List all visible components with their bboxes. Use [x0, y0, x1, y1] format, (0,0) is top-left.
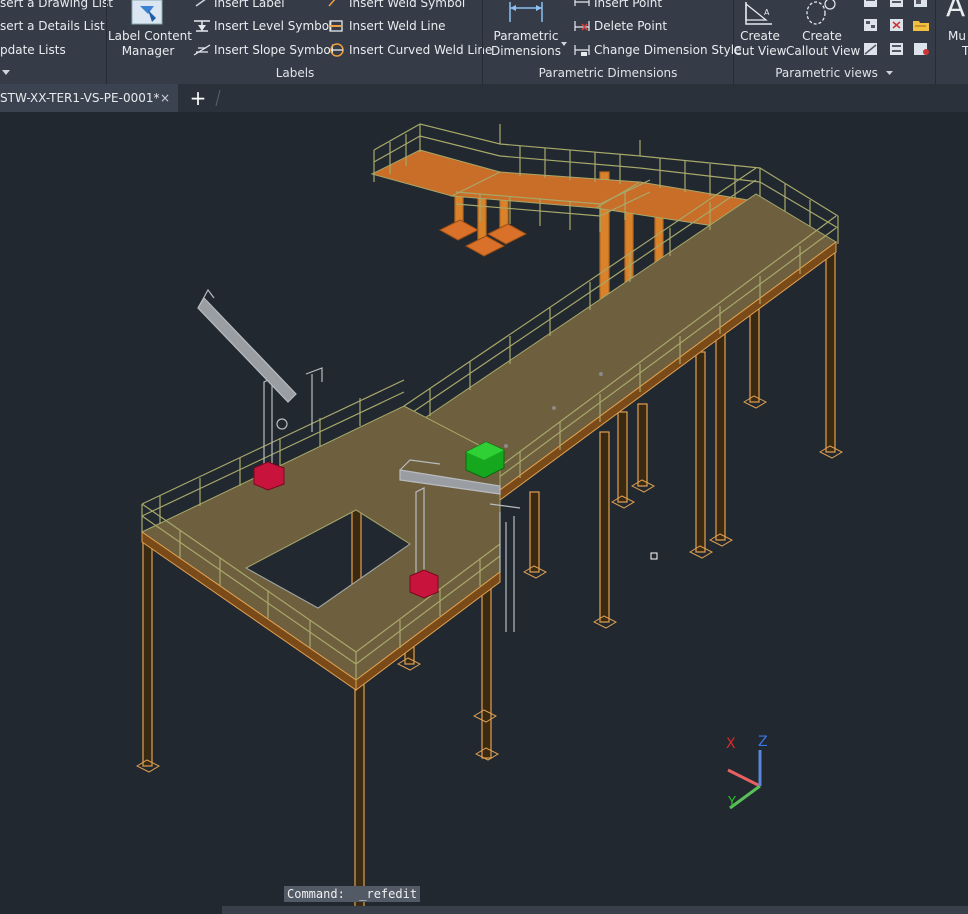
- command-input-bar[interactable]: [222, 906, 968, 914]
- labels-group-label: Labels: [275, 66, 315, 80]
- create-cut-view-icon[interactable]: A: [744, 0, 774, 26]
- panel-expand-arrow-icon[interactable]: [2, 70, 10, 76]
- parametric-views-group-text: Parametric views: [775, 66, 878, 80]
- delete-point-button[interactable]: Delete Point: [594, 19, 667, 33]
- insert-drawing-list-button[interactable]: sert a Drawing List: [0, 0, 113, 10]
- update-lists-button[interactable]: pdate Lists: [0, 43, 66, 57]
- create-cut-view-button-line2[interactable]: Cut View: [732, 44, 788, 58]
- insert-level-symbol-icon[interactable]: [193, 19, 211, 33]
- view-option-icon-3[interactable]: [862, 42, 880, 56]
- view-option-icon-1[interactable]: [862, 0, 880, 9]
- insert-label-button[interactable]: Insert Label: [214, 0, 285, 10]
- view-option-icon-6[interactable]: [888, 42, 906, 56]
- view-option-icon-7[interactable]: [912, 0, 930, 9]
- delete-point-icon[interactable]: [573, 19, 591, 33]
- insert-slope-symbol-icon[interactable]: [193, 43, 211, 57]
- label-content-manager-button-line2[interactable]: Manager: [108, 44, 188, 58]
- change-dimension-style-icon[interactable]: [573, 43, 591, 57]
- insert-level-symbol-button[interactable]: Insert Level Symbol: [214, 19, 332, 33]
- create-callout-view-icon[interactable]: [804, 0, 838, 26]
- label-content-manager-icon[interactable]: [130, 0, 164, 26]
- parametric-dimensions-icon[interactable]: [508, 0, 544, 24]
- parametric-dimensions-button-line2[interactable]: Dimensions: [489, 44, 563, 58]
- lower-platform: [135, 379, 501, 914]
- parametric-views-group-label: Parametric views: [734, 66, 934, 80]
- parametric-dimensions-dropdown-icon[interactable]: [561, 42, 567, 47]
- multileader-button-line2[interactable]: T: [962, 44, 968, 58]
- ucs-y-label: Y: [727, 795, 736, 810]
- create-cut-view-button[interactable]: Create: [732, 29, 788, 43]
- insert-point-icon[interactable]: [573, 0, 591, 8]
- new-tab-button[interactable]: +: [188, 84, 208, 112]
- svg-text:A: A: [764, 8, 770, 17]
- parametric-views-dropdown-icon[interactable]: [885, 71, 893, 76]
- create-callout-view-button[interactable]: Create: [786, 29, 858, 43]
- crane-base-1: [253, 461, 285, 491]
- ribbon-separator: [106, 0, 107, 84]
- tab-divider: [215, 90, 221, 106]
- document-tab-bar: STW-XX-TER1-VS-PE-0001* × +: [0, 84, 968, 112]
- folder-icon[interactable]: [912, 18, 930, 32]
- insert-weld-symbol-icon[interactable]: [328, 0, 346, 8]
- ribbon-separator: [935, 0, 936, 84]
- view-option-icon-4[interactable]: [888, 0, 906, 9]
- insert-details-list-button[interactable]: sert a Details List: [0, 19, 105, 33]
- ucs-z-label: Z: [758, 734, 768, 750]
- create-callout-view-button-line2[interactable]: Callout View: [786, 44, 860, 58]
- insert-weld-line-icon[interactable]: [328, 19, 346, 33]
- ucs-x-label: X: [726, 736, 736, 752]
- cursor-pickbox: [650, 552, 658, 560]
- insert-curved-weld-line-button[interactable]: Insert Curved Weld Line: [349, 43, 492, 57]
- document-tab[interactable]: STW-XX-TER1-VS-PE-0001* ×: [0, 84, 178, 112]
- parametric-dimensions-group-label: Parametric Dimensions: [538, 66, 678, 80]
- change-dimension-style-button[interactable]: Change Dimension Style: [594, 43, 742, 57]
- command-history-line: Command: _refedit: [284, 886, 421, 902]
- multileader-button[interactable]: Mu: [948, 29, 966, 43]
- drawing-viewport[interactable]: X Y Z: [0, 112, 968, 914]
- insert-curved-weld-line-icon[interactable]: [328, 43, 346, 57]
- view-option-icon-8[interactable]: [912, 42, 930, 56]
- crane-base-2: [409, 569, 439, 599]
- ucs-icon: X Y Z: [726, 734, 768, 810]
- view-option-icon-2[interactable]: [862, 18, 880, 32]
- insert-weld-line-button[interactable]: Insert Weld Line: [349, 19, 446, 33]
- close-tab-icon[interactable]: ×: [160, 84, 170, 112]
- ribbon: sert a Drawing List sert a Details List …: [0, 0, 968, 85]
- parametric-dimensions-button[interactable]: Parametric: [489, 29, 563, 43]
- multileader-big-icon[interactable]: A: [946, 0, 965, 22]
- label-content-manager-button[interactable]: Label Content: [108, 29, 192, 43]
- insert-label-icon[interactable]: [194, 0, 212, 8]
- insert-point-button[interactable]: Insert Point: [594, 0, 662, 10]
- insert-weld-symbol-button[interactable]: Insert Weld Symbol: [349, 0, 465, 10]
- view-option-icon-5[interactable]: [888, 18, 906, 32]
- insert-slope-symbol-button[interactable]: Insert Slope Symbol: [214, 43, 334, 57]
- model-canvas: [135, 123, 844, 914]
- document-tab-label: STW-XX-TER1-VS-PE-0001*: [0, 91, 160, 105]
